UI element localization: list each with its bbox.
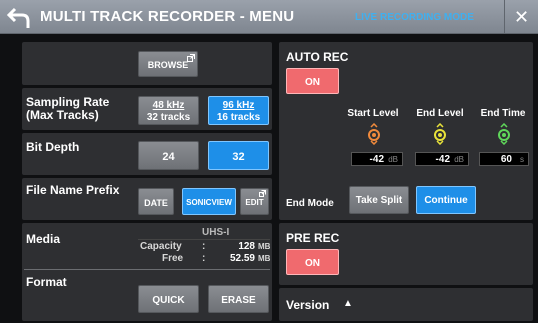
format-erase-button[interactable]: ERASE (208, 285, 269, 313)
prefix-sonicview-button[interactable]: SONICVIEW (182, 188, 236, 215)
end-level-label: End Level (416, 108, 464, 119)
capacity-label: Capacity (140, 241, 182, 252)
format-quick-button[interactable]: QUICK (138, 285, 199, 313)
media-type: UHS-I (202, 227, 230, 238)
prefix-edit-button[interactable]: EDIT (240, 188, 269, 215)
sampling-96khz-rate: 96 kHz (222, 100, 255, 111)
sampling-96khz-tracks: 16 tracks (216, 112, 261, 123)
take-split-label: Take Split (355, 195, 403, 206)
pre-rec-label: PRE REC (286, 231, 340, 245)
free-value: 52.59 (229, 253, 255, 264)
external-link-icon (187, 54, 195, 62)
end-mode-label: End Mode (286, 198, 334, 209)
bit-depth-32-label: 32 (232, 151, 245, 163)
capacity-unit: MB (258, 242, 271, 251)
auto-rec-label: AUTO REC (286, 50, 349, 64)
file-name-prefix-label: File Name Prefix (26, 183, 120, 197)
end-level-unit: dB (454, 155, 464, 164)
end-time-knob-icon[interactable] (497, 123, 511, 145)
media-label: Media (26, 232, 61, 246)
bit-depth-label: Bit Depth (26, 140, 80, 154)
close-button[interactable]: ✕ (504, 0, 538, 34)
format-label: Format (26, 275, 67, 289)
free-label: Free (162, 253, 184, 264)
bit-depth-32-button[interactable]: 32 (208, 141, 269, 170)
close-icon: ✕ (513, 7, 530, 27)
capacity-colon: : (202, 241, 206, 252)
free-unit: MB (258, 254, 271, 263)
pre-rec-on-button[interactable]: ON (286, 249, 339, 275)
media-format-panel: Media UHS-I Capacity : 128 MB Free : 52.… (22, 223, 272, 321)
page-title: MULTI TRACK RECORDER - MENU (40, 8, 295, 25)
auto-rec-on-label: ON (305, 77, 320, 88)
browse-panel: BROWSE (22, 42, 272, 85)
max-tracks-label: (Max Tracks) (26, 108, 99, 122)
media-type-underline (138, 239, 270, 240)
sampling-48khz-rate: 48 kHz (152, 100, 185, 111)
start-level-unit: dB (388, 155, 398, 164)
end-time-unit: s (520, 155, 524, 164)
free-colon: : (202, 253, 206, 264)
end-time-value-box: 60 s (479, 152, 529, 166)
version-panel[interactable]: Version ▲ (279, 288, 533, 321)
continue-label: Continue (424, 195, 468, 206)
auto-rec-on-button[interactable]: ON (286, 68, 339, 94)
sampling-48khz-tracks: 32 tracks (146, 112, 191, 123)
end-time-value: 60 (500, 154, 512, 165)
end-level-value: -42 (435, 154, 450, 165)
file-name-prefix-panel: File Name Prefix DATE SONICVIEW EDIT (22, 178, 272, 220)
bit-depth-panel: Bit Depth 24 32 (22, 133, 272, 175)
back-button[interactable] (6, 4, 34, 30)
capacity-value: 128 (238, 241, 255, 252)
sampling-rate-label: Sampling Rate (26, 95, 110, 109)
back-arrow-icon (6, 7, 30, 28)
version-label: Version (286, 298, 330, 312)
external-link-icon (259, 190, 266, 197)
end-mode-continue-button[interactable]: Continue (416, 186, 476, 214)
prefix-date-label: DATE (144, 198, 168, 208)
start-level-knob-icon[interactable] (367, 123, 381, 145)
end-time-label: End Time (480, 108, 526, 119)
auto-rec-panel: AUTO REC ON Start Level End Level End Ti… (279, 42, 533, 220)
bit-depth-24-label: 24 (162, 151, 175, 163)
end-level-value-box: -42 dB (415, 152, 469, 166)
prefix-sonicview-label: SONICVIEW (186, 198, 232, 207)
end-level-knob-icon[interactable] (433, 123, 447, 145)
recording-mode-indicator: LIVE RECORDING MODE (355, 12, 474, 23)
start-level-value-box: -42 dB (351, 152, 403, 166)
sampling-48khz-button[interactable]: 48 kHz 32 tracks (138, 96, 199, 125)
title-bar: MULTI TRACK RECORDER - MENU LIVE RECORDI… (0, 0, 538, 34)
bit-depth-24-button[interactable]: 24 (138, 141, 199, 170)
browse-button[interactable]: BROWSE (138, 51, 198, 77)
expand-arrow-icon: ▲ (343, 298, 353, 309)
pre-rec-on-label: ON (305, 258, 320, 269)
pre-rec-panel: PRE REC ON (279, 223, 533, 285)
media-format-divider (24, 269, 270, 270)
format-erase-label: ERASE (221, 295, 256, 306)
sampling-96khz-button[interactable]: 96 kHz 16 tracks (208, 96, 269, 125)
prefix-edit-label: EDIT (245, 198, 264, 207)
end-mode-take-split-button[interactable]: Take Split (349, 186, 409, 214)
sampling-rate-panel: Sampling Rate (Max Tracks) 48 kHz 32 tra… (22, 88, 272, 130)
start-level-value: -42 (369, 154, 384, 165)
prefix-date-button[interactable]: DATE (138, 188, 174, 215)
format-quick-label: QUICK (152, 295, 185, 306)
start-level-label: Start Level (347, 108, 399, 119)
